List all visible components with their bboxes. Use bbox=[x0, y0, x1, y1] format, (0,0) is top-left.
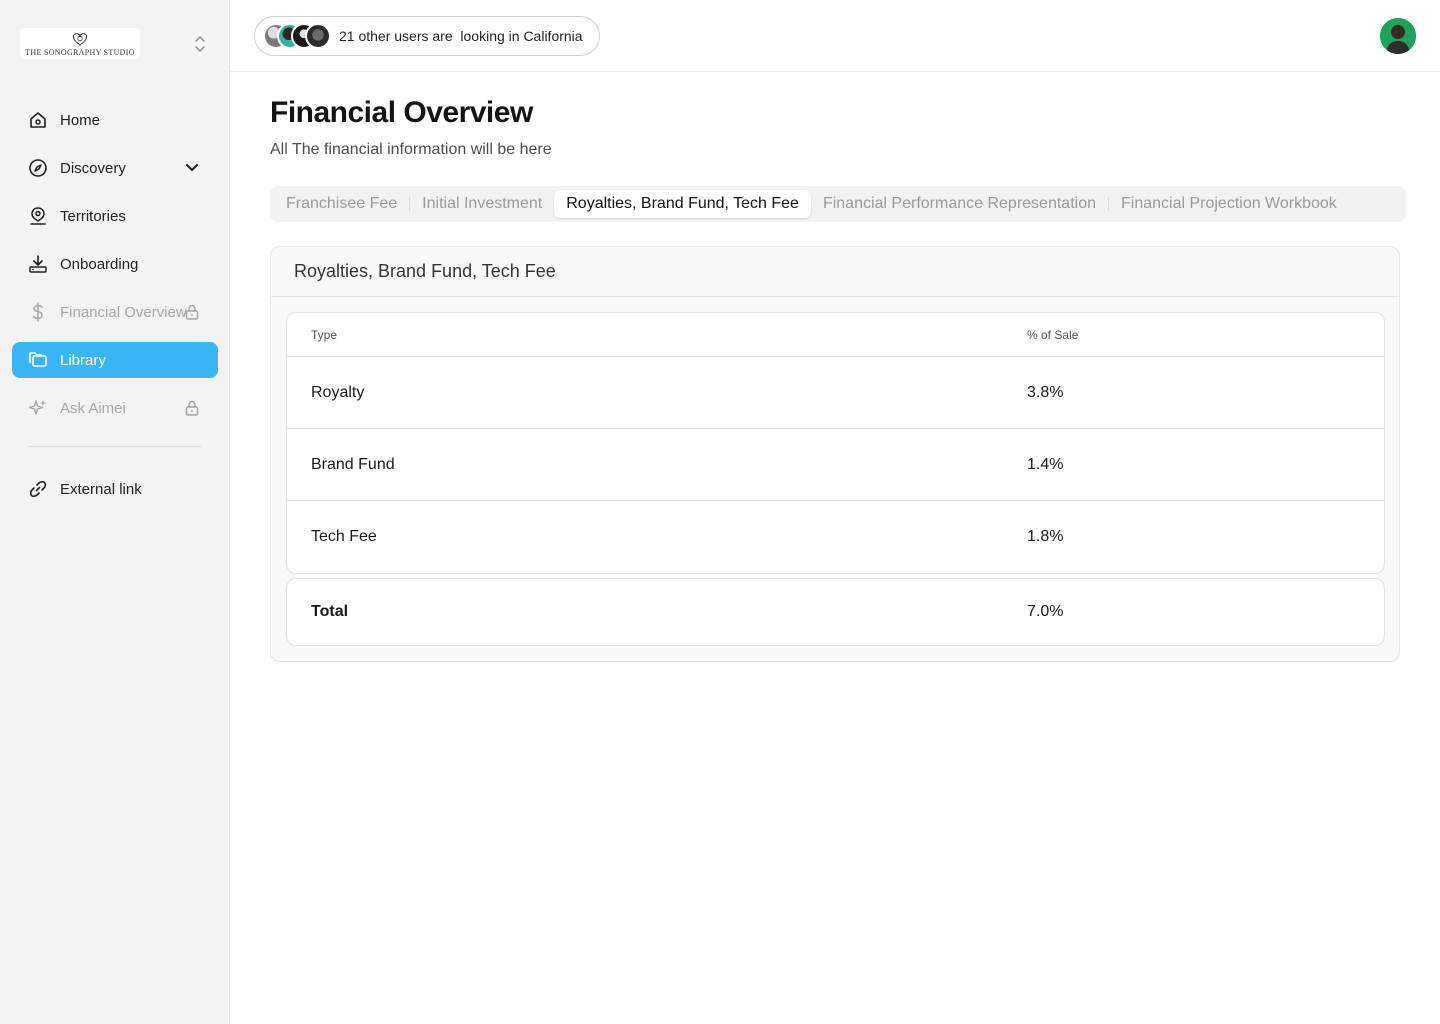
workspace-switcher[interactable] bbox=[190, 34, 210, 54]
sidebar-item-discovery[interactable]: Discovery bbox=[12, 150, 218, 186]
lock-icon bbox=[182, 398, 202, 418]
sidebar-item-label: Discovery bbox=[60, 159, 126, 177]
sidebar-item-onboarding[interactable]: Onboarding bbox=[12, 246, 218, 282]
row-percent: 1.4% bbox=[1027, 455, 1064, 473]
row-type: Brand Fund bbox=[311, 455, 395, 473]
page-subtitle: All The financial information will be he… bbox=[270, 141, 552, 158]
avatar bbox=[305, 23, 331, 49]
page-title: Financial Overview bbox=[270, 96, 533, 129]
sidebar-item-home[interactable]: Home bbox=[12, 102, 218, 138]
lock-icon bbox=[182, 302, 202, 322]
heart-logo-icon bbox=[72, 32, 88, 46]
brand-name: THE SONOGRAPHY STUDIO bbox=[25, 47, 135, 57]
presence-pill[interactable]: 21 other users are looking in California bbox=[254, 16, 600, 56]
row-type: Tech Fee bbox=[311, 528, 377, 545]
tab-franchisee-fee[interactable]: Franchisee Fee bbox=[274, 190, 409, 218]
row-percent: 1.8% bbox=[1027, 528, 1064, 545]
map-pin-user-icon bbox=[28, 206, 48, 226]
compass-icon bbox=[28, 158, 48, 178]
dollar-icon bbox=[28, 302, 48, 322]
sidebar-item-ask-aimei[interactable]: Ask Aimei bbox=[12, 390, 218, 426]
home-icon bbox=[28, 110, 48, 130]
sidebar-item-library[interactable]: Library bbox=[12, 342, 218, 378]
total-value: 7.0% bbox=[1027, 603, 1064, 620]
table-header: Type % of Sale bbox=[287, 313, 1384, 357]
sidebar-item-external-link[interactable]: External link bbox=[12, 471, 218, 507]
chevron-up-down-icon bbox=[195, 36, 205, 52]
row-percent: 3.8% bbox=[1027, 383, 1064, 401]
tab-royalties-brand-fund-tech-fee[interactable]: Royalties, Brand Fund, Tech Fee bbox=[554, 190, 811, 218]
sidebar-item-label: Home bbox=[60, 111, 101, 129]
card-title: Royalties, Brand Fund, Tech Fee bbox=[271, 247, 1399, 297]
sparkle-icon bbox=[28, 398, 48, 418]
viewer-avatars bbox=[263, 23, 331, 49]
financial-tabs: Franchisee Fee Initial Investment Royalt… bbox=[270, 186, 1406, 222]
royalties-card: Royalties, Brand Fund, Tech Fee Type % o… bbox=[270, 246, 1400, 662]
download-tray-icon bbox=[28, 254, 48, 274]
user-avatar-image bbox=[1380, 18, 1416, 54]
table-row: Tech Fee 1.8% bbox=[287, 501, 1384, 573]
sidebar-item-label: Onboarding bbox=[60, 255, 139, 273]
sidebar-item-financial-overview[interactable]: Financial Overview bbox=[12, 294, 218, 330]
sidebar-item-label: Library bbox=[60, 351, 106, 369]
tab-financial-projection-workbook[interactable]: Financial Projection Workbook bbox=[1109, 190, 1349, 218]
topbar: 21 other users are looking in California bbox=[230, 0, 1440, 72]
sidebar-nav: Home Discovery Territories Onboarding Fi… bbox=[12, 102, 218, 519]
folders-icon bbox=[28, 350, 48, 370]
tab-initial-investment[interactable]: Initial Investment bbox=[410, 190, 554, 218]
sidebar-item-label: Financial Overview bbox=[60, 303, 187, 321]
total-row: Total 7.0% bbox=[286, 578, 1385, 646]
table-row: Brand Fund 1.4% bbox=[287, 429, 1384, 501]
sidebar: THE SONOGRAPHY STUDIO Home Discovery Ter… bbox=[0, 0, 230, 1024]
sidebar-item-label: Ask Aimei bbox=[60, 399, 126, 417]
fees-table: Type % of Sale Royalty 3.8% Brand Fund 1… bbox=[286, 312, 1385, 574]
sidebar-divider bbox=[28, 446, 202, 447]
chevron-down-icon[interactable] bbox=[182, 158, 202, 178]
sidebar-item-label: Territories bbox=[60, 207, 126, 225]
total-label: Total bbox=[311, 603, 349, 620]
table-row: Royalty 3.8% bbox=[287, 357, 1384, 429]
column-header-type: Type bbox=[311, 327, 338, 342]
sidebar-item-label: External link bbox=[60, 480, 142, 498]
link-icon bbox=[28, 479, 48, 499]
row-type: Royalty bbox=[311, 383, 365, 401]
brand-logo[interactable]: THE SONOGRAPHY STUDIO bbox=[20, 28, 140, 59]
user-avatar[interactable] bbox=[1380, 18, 1416, 54]
sidebar-item-territories[interactable]: Territories bbox=[12, 198, 218, 234]
column-header-percent: % of Sale bbox=[1027, 327, 1079, 342]
tab-financial-performance-representation[interactable]: Financial Performance Representation bbox=[811, 190, 1108, 218]
presence-text: 21 other users are looking in California bbox=[339, 28, 583, 44]
